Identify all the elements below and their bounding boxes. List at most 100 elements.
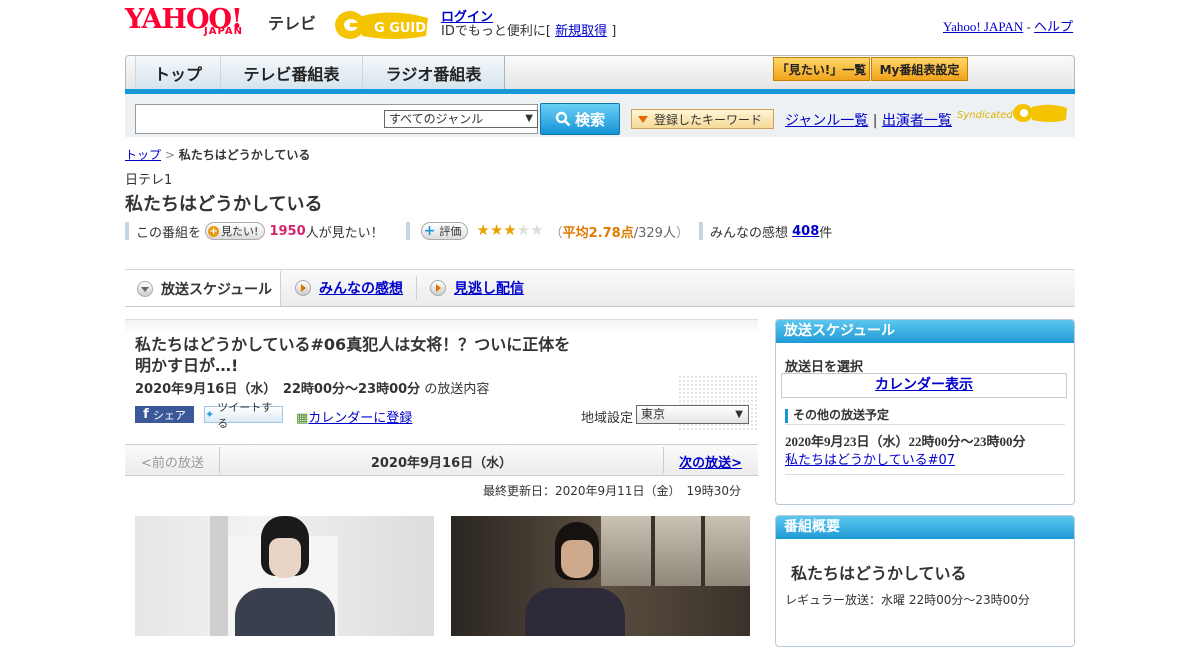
signup-link[interactable]: 新規取得 (555, 24, 607, 39)
breadcrumb-current: 私たちはどうかしている (178, 148, 311, 162)
sidebar-schedule: 放送スケジュール 放送日を選択 カレンダー表示 その他の放送予定 2020年9月… (775, 319, 1075, 505)
sidebar-overview: 番組概要 私たちはどうかしている レギュラー放送：水曜 22時00分～23時00… (775, 515, 1075, 647)
yahoo-japan-link[interactable]: Yahoo! JAPAN (943, 19, 1023, 34)
genre-select[interactable]: すべてのジャンル ▼ (384, 110, 538, 128)
impressions-count-link[interactable]: 408 (792, 224, 819, 239)
mitai-suffix: 人が見たい！ (305, 225, 384, 241)
region-label: 地域設定 (581, 411, 634, 426)
nav-tab-tv-schedule[interactable]: テレビ番組表 (220, 56, 363, 90)
syndicated-label: Syndicated (957, 110, 1013, 121)
episode-title: 私たちはどうかしている#06真犯人は女将！？ついに正体を明かす日が…! (135, 335, 571, 375)
top-links: Yahoo! JAPAN - ヘルプ (943, 16, 1073, 35)
nav-tab-radio-schedule[interactable]: ラジオ番組表 (362, 56, 505, 90)
performer-list-link[interactable]: 出演者一覧 (882, 113, 952, 129)
search-button[interactable]: 検索 (540, 103, 620, 135)
star-icon: ★ (489, 221, 504, 239)
nav-tab-top[interactable]: トップ (135, 56, 221, 90)
tab-impressions[interactable]: みんなの感想 (295, 270, 403, 306)
plus-icon: + (423, 223, 436, 239)
impressions-prefix: みんなの感想 (709, 225, 788, 241)
episode-datetime-value: 2020年9月16日（水） 22時00分～23時00分 (135, 382, 421, 397)
star-icon: ★ (530, 221, 544, 239)
other-broadcast-item: 私たちはどうかしている#07 (785, 449, 955, 468)
calendar-view-link[interactable]: カレンダー表示 (875, 377, 973, 393)
mitai-button-label: 見たい! (221, 225, 259, 238)
genre-list-link[interactable]: ジャンル一覧 (785, 113, 868, 129)
impressions-suffix: 件 (819, 225, 833, 241)
calendar-view-box: カレンダー表示 (781, 373, 1067, 398)
tweet-button[interactable]: ✦ ツイートする (204, 401, 283, 430)
tab-impressions-label[interactable]: みんなの感想 (319, 278, 403, 298)
region-select[interactable]: 東京 ▼ (636, 405, 749, 424)
mitai-button[interactable]: + 見たい! (205, 222, 266, 240)
mitai-count: 1950 (269, 223, 306, 239)
twitter-bird-icon: ✦ (205, 408, 215, 421)
registered-keyword-label: 登録したキーワード (654, 112, 763, 127)
sidebar-overview-head: 番組概要 (776, 516, 1074, 539)
episode-datetime-suffix: の放送内容 (424, 382, 490, 397)
registered-keyword-button[interactable]: 登録したキーワード (631, 109, 774, 129)
meta-divider (698, 222, 703, 240)
tab-catchup[interactable]: 見逃し配信 (430, 270, 524, 306)
syndicated-text: Syndicated (957, 110, 1013, 121)
chevron-down-icon (137, 281, 153, 297)
program-meta: この番組を + 見たい! 1950 人が見たい！ + 評価 ★★★★★ （平均2.78… (125, 221, 832, 241)
meta-divider (405, 222, 410, 240)
calendar-icon: ▦ (296, 411, 309, 426)
genre-links-divider: | (872, 113, 878, 129)
gguide-logo: G GUIDE (334, 8, 435, 40)
region-select-value: 東京 (641, 407, 666, 421)
share-label: シェア (152, 408, 186, 422)
tab-catchup-label[interactable]: 見逃し配信 (454, 278, 524, 298)
rating-average: 平均2.78点 (562, 225, 634, 241)
rating-close-paren: ） (675, 225, 689, 241)
rating-stars: ★★★★★ (476, 223, 543, 239)
tv-logo-text: テレビ (268, 14, 317, 33)
sidebar-schedule-head: 放送スケジュール (776, 320, 1074, 343)
calendar-register[interactable]: ▦カレンダーに登録 (296, 407, 412, 426)
other-broadcasts-label: その他の放送予定 (793, 408, 890, 422)
play-arrow-icon (430, 280, 446, 296)
genre-select-value: すべてのジャンル (389, 112, 484, 126)
tab-schedule[interactable]: 放送スケジュール (125, 270, 281, 306)
help-link[interactable]: ヘルプ (1034, 19, 1073, 34)
chevron-down-icon: ▼ (525, 113, 533, 124)
rating-open-paren: （ (549, 225, 563, 241)
program-title: 私たちはどうかしている (125, 194, 323, 215)
rating-count: /329人 (633, 225, 676, 241)
broadcast-pager: <前の放送 2020年9月16日（水） 次の放送> (125, 444, 758, 476)
breadcrumb-top-link[interactable]: トップ (125, 148, 161, 162)
tweet-label: ツイートする (217, 400, 273, 430)
main-nav: トップ テレビ番組表 ラジオ番組表 「見たい!」一覧 My番組表設定 (125, 55, 1075, 91)
next-broadcast-link[interactable]: 次の放送> (679, 452, 742, 471)
rate-button-label: 評価 (439, 225, 462, 238)
login-subtext: IDでもっと便利に[ 新規取得 ] (441, 20, 616, 39)
search-button-label: 検索 (574, 110, 605, 129)
plus-icon: + (208, 225, 220, 237)
play-arrow-icon (295, 280, 311, 296)
episode-photo-2 (451, 516, 750, 636)
star-icon: ★ (503, 221, 517, 239)
star-icon: ★ (516, 221, 531, 239)
breadcrumb-separator: > (161, 148, 179, 162)
top-links-dash: - (1023, 19, 1035, 34)
chevron-down-icon: ▼ (735, 409, 743, 420)
calendar-register-link[interactable]: カレンダーに登録 (308, 411, 412, 426)
facebook-icon: f (143, 407, 149, 422)
program-tabs: 放送スケジュール みんなの感想 見逃し配信 (125, 269, 1075, 307)
star-icon: ★ (476, 221, 490, 239)
breadcrumb: トップ > 私たちはどうかしている (125, 146, 310, 163)
meta-divider (125, 222, 129, 240)
rate-button[interactable]: + 評価 (420, 222, 469, 240)
other-broadcast-link[interactable]: 私たちはどうかしている#07 (785, 453, 955, 468)
overview-regular: レギュラー放送：水曜 22時00分～23時00分 (785, 593, 1030, 607)
gguide-logo-text: G GUIDE (374, 21, 430, 36)
mitai-list-button[interactable]: 「見たい!」一覧 (773, 57, 870, 81)
facebook-share-button[interactable]: f シェア (135, 406, 194, 423)
tab-schedule-label: 放送スケジュール (161, 282, 273, 298)
search-icon (555, 111, 571, 127)
my-schedule-button[interactable]: My番組表設定 (871, 57, 968, 81)
genre-links: ジャンル一覧 | 出演者一覧 (785, 110, 952, 130)
gguide-small-logo (1012, 102, 1068, 124)
yahoo-japan-logo-text: JAPAN (204, 26, 243, 37)
